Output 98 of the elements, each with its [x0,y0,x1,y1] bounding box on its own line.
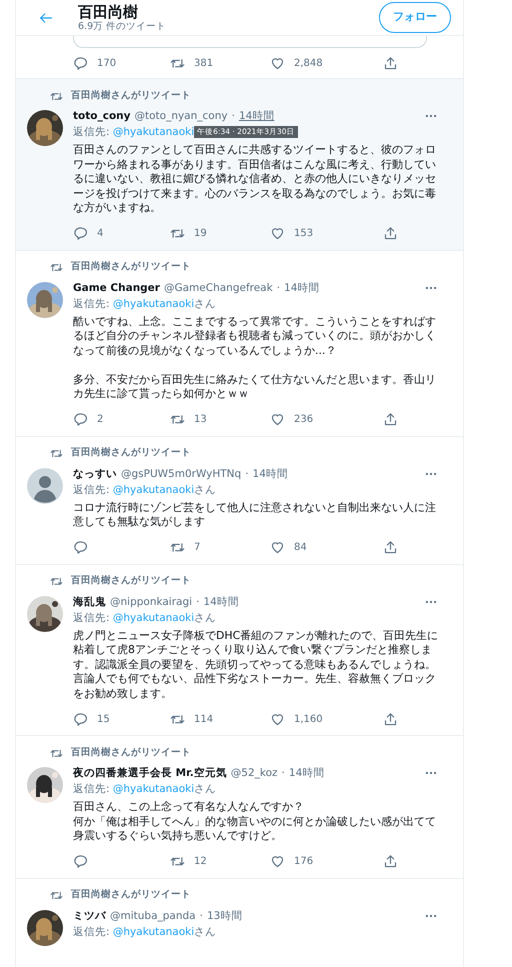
reply-icon[interactable] [73,412,88,427]
tweet-text: 酷いですね、上念。ここまでするって異常です。こういうことをすればするほど自分のチャンネル登録者も視聴者も減っていくのに。頭がおかしくなって前後の見境がなくなっているんでしょうか...？ [73,314,437,358]
user-name[interactable]: 海乱鬼 [73,594,106,610]
reply-icon[interactable] [73,712,88,726]
user-handle[interactable]: @toto_nyan_cony [134,108,228,124]
tweet-text: 多分、不安だから百田先生に絡みたくて仕方ないんだと思います。香山リカ先生に診て貰ったら如何かとｗｗ [73,372,437,402]
retweet-icon [50,575,63,588]
separator-dot: · [276,280,280,296]
mention-link[interactable]: @hyakutanaoki [112,783,194,795]
separator-dot: · [232,109,235,124]
retweet-count: 12 [194,855,207,869]
like-count: 2,848 [294,56,323,70]
like-count: 84 [294,541,307,555]
reply-to-text: 返信先: @hyakutanaokiさん [73,926,216,938]
tweet-card[interactable]: 百田尚樹さんがリツイート なっすい @gsPUW5m0rWyHTNq · 14時間 返信先: @hyakutanaokiさん コロナ流行時にゾンビ芸をして他人に注意されないと自制出来ない人に注意しても無駄な気がします 7 84 [16,436,463,564]
reply-to-text: 返信先: @hyakutanaokiさん [73,612,216,624]
retweet-icon [50,447,63,460]
tweet-time[interactable]: 14時間 [284,280,320,296]
retweet-label: 百田尚樹さんがリツイート [71,574,191,588]
heart-icon[interactable] [270,854,285,869]
share-icon[interactable] [383,56,398,70]
tweet-time[interactable]: 14時間 [288,765,324,781]
tweet-card[interactable] [16,78,463,250]
user-name[interactable]: Game Changer [73,280,160,296]
reply-count: 2 [97,413,104,427]
retweet-label: 百田尚樹さんがリツイート [71,746,191,760]
heart-icon[interactable] [270,412,285,427]
follow-button[interactable]: フォロー [379,2,451,33]
tweet-text: コロナ流行時にゾンビ芸をして他人に注意されないと自制出来ない人に注意しても無駄な気がします [73,500,437,530]
user-handle[interactable]: @52_koz [230,765,278,781]
reply-count: 170 [97,56,116,70]
reply-count: 4 [97,227,104,241]
retweet-icon[interactable] [170,854,185,869]
separator-dot: · [282,766,285,781]
share-icon[interactable] [383,540,398,555]
retweet-count: 7 [194,541,200,555]
tweet-count: 6.9万 件のツイート [78,20,166,32]
tweet-card[interactable]: 百田尚樹さんがリツイート ミツバ @mituba_panda · 13時間 返信先: @hyakutanaokiさん [16,878,463,946]
retweet-label: 百田尚樹さんがリツイート [71,88,191,103]
user-name[interactable]: 夜の四番兼選手会長 Mr.空元気 [73,765,227,781]
user-handle[interactable]: @nipponkairagi [110,594,192,610]
mention-link[interactable]: @hyakutanaoki [112,484,194,496]
default-avatar-icon[interactable] [27,468,63,504]
tweet-text: 何か「俺は相手してへん」的な物言いやのに何とか論破したい感が出てて身震いするぐらい気持ち悪いんですけど。 [73,814,437,844]
like-count: 176 [294,855,314,869]
user-name[interactable]: なっすい [73,466,117,482]
tweet-time[interactable]: 14時間 [238,108,274,124]
retweet-label: 百田尚樹さんがリツイート [71,260,191,274]
reply-icon[interactable] [73,854,88,869]
profile-name: 百田尚樹 [78,4,139,20]
retweet-label: 百田尚樹さんがリツイート [71,446,191,460]
tweet-text: 百田さん、この上念って有名な人なんですか？ [73,800,305,814]
retweet-label: 百田尚樹さんがリツイート [71,888,191,902]
retweet-count: 114 [194,712,214,726]
user-handle[interactable]: @gsPUW5m0rWyHTNq [121,466,242,482]
separator-dot: · [245,466,249,482]
retweet-icon[interactable] [170,540,185,555]
reply-to-text: 返信先: @hyakutanaokiさん [73,484,216,496]
user-handle[interactable]: @GameChangefreak [164,280,273,296]
heart-icon[interactable] [270,712,285,726]
share-icon[interactable] [383,854,398,869]
tweet-time[interactable]: 14時間 [203,594,239,610]
retweet-count: 13 [194,413,207,427]
like-count: 153 [294,227,314,241]
mention-link[interactable]: @hyakutanaoki [112,612,194,624]
tweet-text: 虎ノ門とニュース女子降板でDHC番組のファンが離れたので、百田先生に粘着して虎8アンチごとそっくり取り込んで食い繋ぐプランだと推察します。認識派全員の要望を、先頭切ってやってる意味もあるんでしょうね。言論人でも何でもない、品性下劣なストーカー。先生、容赦無くブロックをお勧め致します。 [73,628,440,701]
share-icon[interactable] [383,712,398,726]
retweet-icon[interactable] [170,226,185,241]
tweet-text: 百田さんのファンとして百田さんに共感するツイートすると、彼のフォロワーから絡まれる事があります。百田信者はこんな風に考え、行動しているに違いない、教祖に媚びる憐れな信者め、と赤の他人にいきなりメッセージを投げつけて来ます。心のバランスを取る為なのでしょう。お気に毒な方がいますね。 [73,143,437,216]
mention-link[interactable]: @hyakutanaoki [112,298,194,310]
tweet-time[interactable]: 14時間 [252,466,288,482]
separator-dot: · [200,908,203,924]
retweet-icon[interactable] [170,412,185,427]
retweet-count: 381 [194,56,214,70]
user-name[interactable]: toto_cony [73,108,130,124]
reply-icon[interactable] [73,56,88,70]
mention-link[interactable]: @hyakutanaoki [112,926,194,938]
user-handle[interactable]: @mituba_panda [110,908,196,924]
share-icon[interactable] [383,226,398,241]
mention-link[interactable]: @hyakutanaoki [112,126,194,138]
share-icon[interactable] [383,412,398,427]
retweet-count: 19 [194,227,207,241]
separator-dot: · [196,594,200,610]
reply-count: 15 [97,712,110,726]
user-name[interactable]: ミツバ [73,908,106,924]
like-count: 1,160 [294,712,323,726]
reply-icon[interactable] [73,540,88,555]
reply-to-text: 返信先: @hyakutanaokiさん [73,783,216,795]
heart-icon[interactable] [270,226,285,241]
tweet-card[interactable]: 百田尚樹さんがリツイート 夜の四番兼選手会長 Mr.空元気 @52_koz · 14時間 返信先: @hyakutanaokiさん 百田さん、この上念って有名な人なんですか？ 何か「俺は相手してへん」的な物言いやのに何とか論破したい感が出てて身震いするぐらい気持ち悪いんですけど。 12 176 [16,735,463,878]
like-count: 236 [294,413,314,427]
retweet-icon [50,261,63,274]
reply-icon[interactable] [73,226,88,241]
tweet-time[interactable]: 13時間 [206,908,242,924]
retweet-icon [50,889,63,902]
heart-icon[interactable] [270,540,285,555]
heart-icon[interactable] [270,56,285,70]
reply-to-text: 返信先: @hyakutanaokiさん [73,298,216,310]
